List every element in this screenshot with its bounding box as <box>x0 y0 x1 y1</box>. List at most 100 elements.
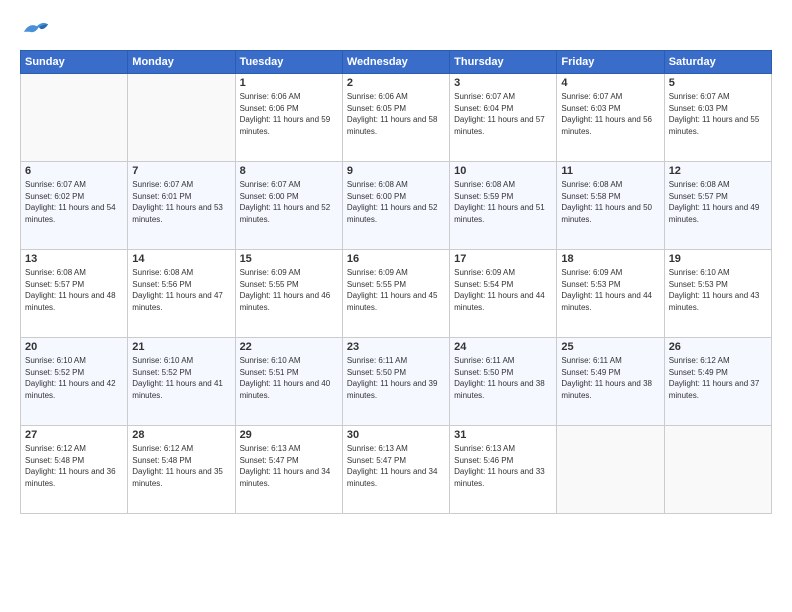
calendar-cell: 11 Sunrise: 6:08 AM Sunset: 5:58 PM Dayli… <box>557 162 664 250</box>
header <box>20 18 772 40</box>
col-header-thursday: Thursday <box>450 51 557 74</box>
week-row-5: 27 Sunrise: 6:12 AM Sunset: 5:48 PM Dayli… <box>21 426 772 514</box>
logo <box>20 18 50 40</box>
calendar-cell: 8 Sunrise: 6:07 AM Sunset: 6:00 PM Daylig… <box>235 162 342 250</box>
day-number: 30 <box>347 429 445 441</box>
day-info: Sunrise: 6:09 AM Sunset: 5:53 PM Dayligh… <box>561 267 659 313</box>
calendar-cell: 5Sunrise: 6:07 AM Sunset: 6:03 PM Daylig… <box>664 74 771 162</box>
day-number: 31 <box>454 429 552 441</box>
calendar-cell: 9Sunrise: 6:08 AM Sunset: 6:00 PM Daylig… <box>342 162 449 250</box>
day-info: Sunrise: 6:12 AM Sunset: 5:48 PM Dayligh… <box>25 443 123 489</box>
day-number: 12 <box>669 165 767 177</box>
day-info: Sunrise: 6:07 AM Sunset: 6:04 PM Dayligh… <box>454 91 552 137</box>
page: SundayMondayTuesdayWednesdayThursdayFrid… <box>0 0 792 612</box>
calendar-cell: 18 Sunrise: 6:09 AM Sunset: 5:53 PM Dayli… <box>557 250 664 338</box>
day-number: 18 <box>561 253 659 265</box>
calendar-cell: 30 Sunrise: 6:13 AM Sunset: 5:47 PM Dayli… <box>342 426 449 514</box>
day-info: Sunrise: 6:08 AM Sunset: 5:59 PM Dayligh… <box>454 179 552 225</box>
day-info: Sunrise: 6:06 AM Sunset: 6:06 PM Dayligh… <box>240 91 338 137</box>
calendar-cell <box>557 426 664 514</box>
calendar-cell: 28 Sunrise: 6:12 AM Sunset: 5:48 PM Dayli… <box>128 426 235 514</box>
day-info: Sunrise: 6:08 AM Sunset: 5:58 PM Dayligh… <box>561 179 659 225</box>
day-number: 13 <box>25 253 123 265</box>
calendar-cell <box>664 426 771 514</box>
day-info: Sunrise: 6:06 AM Sunset: 6:05 PM Dayligh… <box>347 91 445 137</box>
day-info: Sunrise: 6:13 AM Sunset: 5:47 PM Dayligh… <box>347 443 445 489</box>
calendar-cell: 1 Sunrise: 6:06 AM Sunset: 6:06 PM Daylig… <box>235 74 342 162</box>
calendar-cell: 25Sunrise: 6:11 AM Sunset: 5:49 PM Dayli… <box>557 338 664 426</box>
col-header-tuesday: Tuesday <box>235 51 342 74</box>
calendar-cell <box>21 74 128 162</box>
day-number: 25 <box>561 341 659 353</box>
day-info: Sunrise: 6:09 AM Sunset: 5:55 PM Dayligh… <box>347 267 445 313</box>
calendar-cell: 24 Sunrise: 6:11 AM Sunset: 5:50 PM Dayli… <box>450 338 557 426</box>
calendar-cell: 23 Sunrise: 6:11 AM Sunset: 5:50 PM Dayli… <box>342 338 449 426</box>
day-number: 8 <box>240 165 338 177</box>
calendar-table: SundayMondayTuesdayWednesdayThursdayFrid… <box>20 50 772 514</box>
day-info: Sunrise: 6:07 AM Sunset: 6:02 PM Dayligh… <box>25 179 123 225</box>
day-number: 29 <box>240 429 338 441</box>
day-info: Sunrise: 6:10 AM Sunset: 5:52 PM Dayligh… <box>132 355 230 401</box>
day-number: 19 <box>669 253 767 265</box>
day-info: Sunrise: 6:07 AM Sunset: 6:01 PM Dayligh… <box>132 179 230 225</box>
day-number: 2 <box>347 77 445 89</box>
calendar-cell: 17 Sunrise: 6:09 AM Sunset: 5:54 PM Dayli… <box>450 250 557 338</box>
calendar-cell: 12 Sunrise: 6:08 AM Sunset: 5:57 PM Dayli… <box>664 162 771 250</box>
day-info: Sunrise: 6:09 AM Sunset: 5:54 PM Dayligh… <box>454 267 552 313</box>
day-number: 1 <box>240 77 338 89</box>
day-info: Sunrise: 6:11 AM Sunset: 5:50 PM Dayligh… <box>454 355 552 401</box>
calendar-cell <box>128 74 235 162</box>
day-info: Sunrise: 6:07 AM Sunset: 6:00 PM Dayligh… <box>240 179 338 225</box>
day-number: 11 <box>561 165 659 177</box>
col-header-saturday: Saturday <box>664 51 771 74</box>
calendar-cell: 10 Sunrise: 6:08 AM Sunset: 5:59 PM Dayli… <box>450 162 557 250</box>
calendar-cell: 27 Sunrise: 6:12 AM Sunset: 5:48 PM Dayli… <box>21 426 128 514</box>
day-info: Sunrise: 6:13 AM Sunset: 5:47 PM Dayligh… <box>240 443 338 489</box>
logo-bird-icon <box>22 18 50 40</box>
day-info: Sunrise: 6:12 AM Sunset: 5:49 PM Dayligh… <box>669 355 767 401</box>
day-info: Sunrise: 6:09 AM Sunset: 5:55 PM Dayligh… <box>240 267 338 313</box>
calendar-header-row: SundayMondayTuesdayWednesdayThursdayFrid… <box>21 51 772 74</box>
calendar-cell: 31 Sunrise: 6:13 AM Sunset: 5:46 PM Dayli… <box>450 426 557 514</box>
day-number: 15 <box>240 253 338 265</box>
day-number: 7 <box>132 165 230 177</box>
col-header-sunday: Sunday <box>21 51 128 74</box>
calendar-cell: 20 Sunrise: 6:10 AM Sunset: 5:52 PM Dayli… <box>21 338 128 426</box>
calendar-cell: 2 Sunrise: 6:06 AM Sunset: 6:05 PM Daylig… <box>342 74 449 162</box>
day-info: Sunrise: 6:10 AM Sunset: 5:53 PM Dayligh… <box>669 267 767 313</box>
col-header-wednesday: Wednesday <box>342 51 449 74</box>
calendar-cell: 6 Sunrise: 6:07 AM Sunset: 6:02 PM Daylig… <box>21 162 128 250</box>
day-number: 23 <box>347 341 445 353</box>
week-row-2: 6 Sunrise: 6:07 AM Sunset: 6:02 PM Daylig… <box>21 162 772 250</box>
calendar-cell: 15 Sunrise: 6:09 AM Sunset: 5:55 PM Dayli… <box>235 250 342 338</box>
day-number: 21 <box>132 341 230 353</box>
calendar-cell: 14Sunrise: 6:08 AM Sunset: 5:56 PM Dayli… <box>128 250 235 338</box>
calendar-cell: 16Sunrise: 6:09 AM Sunset: 5:55 PM Dayli… <box>342 250 449 338</box>
day-info: Sunrise: 6:11 AM Sunset: 5:50 PM Dayligh… <box>347 355 445 401</box>
day-number: 6 <box>25 165 123 177</box>
day-number: 22 <box>240 341 338 353</box>
calendar-cell: 19 Sunrise: 6:10 AM Sunset: 5:53 PM Dayli… <box>664 250 771 338</box>
day-info: Sunrise: 6:08 AM Sunset: 6:00 PM Dayligh… <box>347 179 445 225</box>
week-row-1: 1 Sunrise: 6:06 AM Sunset: 6:06 PM Daylig… <box>21 74 772 162</box>
calendar-cell: 21 Sunrise: 6:10 AM Sunset: 5:52 PM Dayli… <box>128 338 235 426</box>
day-number: 5 <box>669 77 767 89</box>
day-number: 27 <box>25 429 123 441</box>
day-info: Sunrise: 6:08 AM Sunset: 5:57 PM Dayligh… <box>669 179 767 225</box>
day-number: 10 <box>454 165 552 177</box>
day-info: Sunrise: 6:13 AM Sunset: 5:46 PM Dayligh… <box>454 443 552 489</box>
day-number: 28 <box>132 429 230 441</box>
week-row-4: 20 Sunrise: 6:10 AM Sunset: 5:52 PM Dayli… <box>21 338 772 426</box>
calendar-cell: 7 Sunrise: 6:07 AM Sunset: 6:01 PM Daylig… <box>128 162 235 250</box>
day-info: Sunrise: 6:07 AM Sunset: 6:03 PM Dayligh… <box>561 91 659 137</box>
day-info: Sunrise: 6:12 AM Sunset: 5:48 PM Dayligh… <box>132 443 230 489</box>
calendar-cell: 4Sunrise: 6:07 AM Sunset: 6:03 PM Daylig… <box>557 74 664 162</box>
col-header-friday: Friday <box>557 51 664 74</box>
week-row-3: 13Sunrise: 6:08 AM Sunset: 5:57 PM Dayli… <box>21 250 772 338</box>
day-number: 17 <box>454 253 552 265</box>
day-info: Sunrise: 6:10 AM Sunset: 5:52 PM Dayligh… <box>25 355 123 401</box>
day-number: 20 <box>25 341 123 353</box>
day-number: 26 <box>669 341 767 353</box>
day-number: 24 <box>454 341 552 353</box>
calendar-cell: 22Sunrise: 6:10 AM Sunset: 5:51 PM Dayli… <box>235 338 342 426</box>
